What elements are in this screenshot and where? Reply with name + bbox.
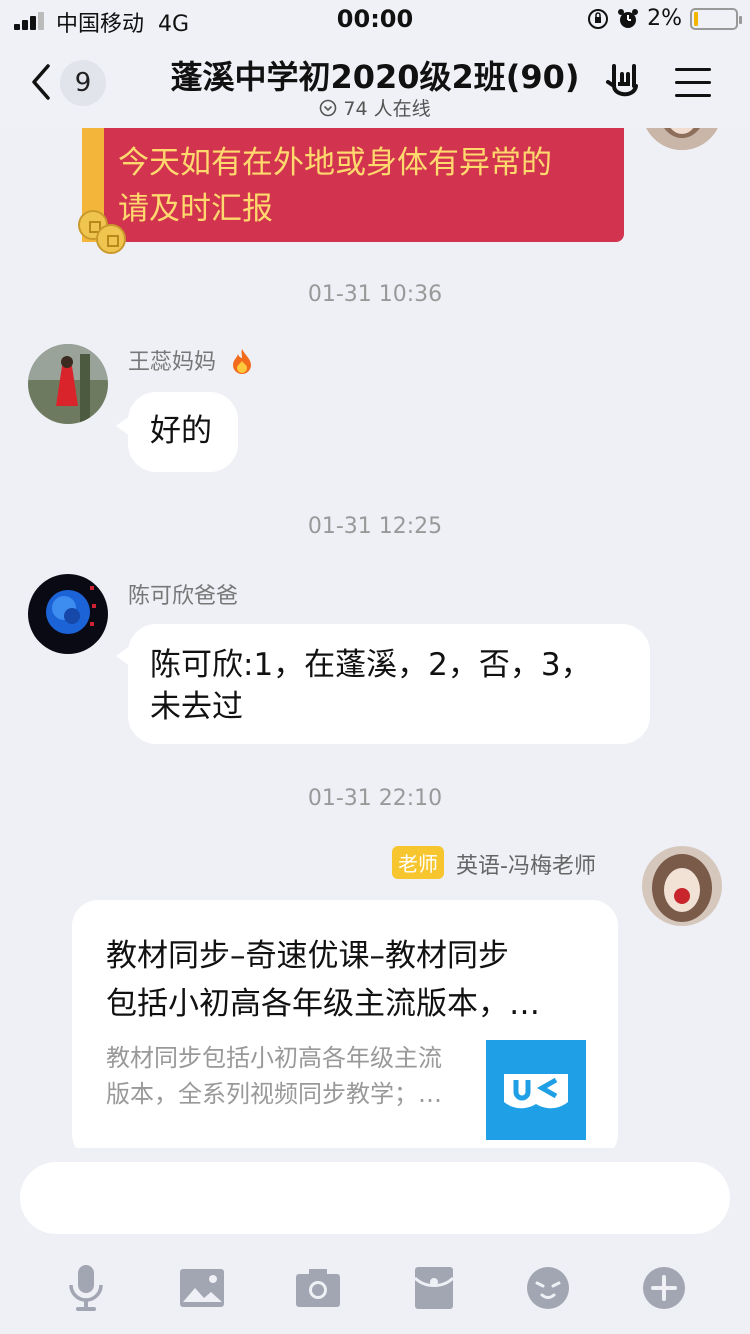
sender-name: 英语-冯梅老师 (456, 854, 596, 879)
red-packet-icon[interactable] (404, 1258, 464, 1318)
avatar[interactable] (28, 344, 108, 424)
chat-area[interactable]: 今天如有在外地或身体有异常的 请及时汇报 01-31 10:36 王蕊妈妈 好的… (0, 128, 750, 1148)
message-text-line2: 未去过 (150, 689, 243, 725)
timestamp: 01-31 22:10 (307, 786, 443, 811)
fire-icon (233, 349, 252, 374)
image-icon[interactable] (172, 1258, 232, 1318)
message-text-line1: 陈可欣:1，在蓬溪，2，否，3， (150, 647, 592, 683)
rock-hand-icon[interactable] (604, 60, 644, 104)
avatar[interactable] (642, 846, 722, 926)
orientation-lock-icon (588, 8, 609, 29)
microphone-icon[interactable] (56, 1258, 116, 1318)
emoji-icon[interactable] (518, 1258, 578, 1318)
uk-logo-icon (486, 1040, 586, 1140)
timestamp: 01-31 12:25 (307, 514, 443, 539)
input-area (0, 1148, 750, 1334)
input-toolbar (0, 1258, 750, 1318)
card-description: 教材同步包括小初高各年级主流 版本，全系列视频同步教学；… (106, 1044, 442, 1108)
message-bubble[interactable]: 陈可欣:1，在蓬溪，2，否，3， 未去过 (128, 624, 650, 744)
hamburger-menu-icon[interactable] (675, 68, 711, 100)
avatar[interactable] (28, 574, 108, 654)
battery-percent: 2% (647, 6, 682, 31)
chat-header: 9 蓬溪中学初2020级2班(90) 74 人在线 (0, 40, 750, 128)
teacher-role-tag: 老师 (392, 846, 444, 879)
timestamp: 01-31 10:36 (307, 282, 443, 307)
plus-icon[interactable] (634, 1258, 694, 1318)
message-bubble[interactable]: 好的 (128, 392, 238, 472)
red-packet-text-line2: 请及时汇报 (118, 191, 273, 227)
online-count: 74 人在线 (343, 98, 431, 120)
status-bar: 中国移动 4G 00:00 2% (0, 0, 750, 40)
battery-icon (690, 7, 742, 30)
chevron-down-circle-icon (320, 99, 337, 116)
camera-icon[interactable] (288, 1258, 348, 1318)
alarm-icon (618, 8, 639, 28)
link-card-message[interactable]: 教材同步–奇速优课–教材同步 包括小初高各年级主流版本，… 教材同步包括小初高各… (72, 900, 618, 1148)
card-title: 教材同步–奇速优课–教材同步 包括小初高各年级主流版本，… (106, 938, 540, 1022)
red-packet-message[interactable]: 今天如有在外地或身体有异常的 请及时汇报 (82, 128, 624, 242)
coin-icon (96, 224, 126, 254)
avatar[interactable] (642, 128, 722, 150)
sender-name: 王蕊妈妈 (128, 344, 255, 376)
red-packet-text-line1: 今天如有在外地或身体有异常的 (118, 145, 552, 181)
status-right-group: 2% (587, 6, 742, 31)
sender-name: 陈可欣爸爸 (128, 584, 239, 609)
message-input[interactable] (20, 1162, 730, 1234)
